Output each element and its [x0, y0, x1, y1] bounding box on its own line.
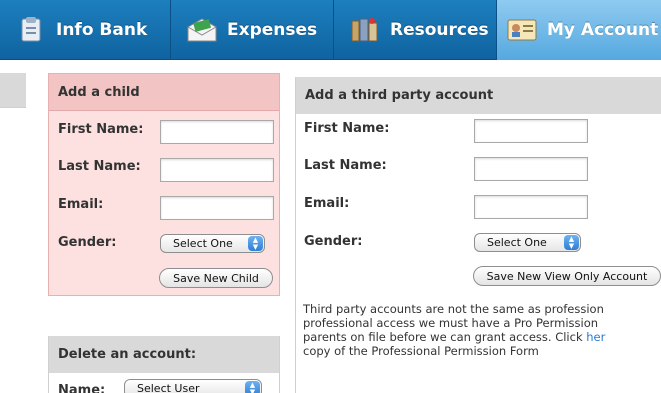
- tab-label: Info Bank: [56, 20, 148, 40]
- resources-icon: [348, 13, 382, 47]
- third-gender-select[interactable]: Select One ▲ ▼: [474, 233, 581, 252]
- user-select[interactable]: Select User ▲ ▼: [124, 379, 262, 393]
- third-last-name-input[interactable]: [474, 157, 588, 181]
- delete-account-title: Delete an account:: [49, 336, 279, 373]
- child-last-name-input[interactable]: [160, 158, 274, 182]
- note-line: copy of the Professional Permission Form: [303, 344, 539, 358]
- note-line: parents on file before we can grant acce…: [303, 330, 661, 344]
- permission-form-link[interactable]: her: [586, 330, 605, 344]
- last-name-label: Last Name:: [304, 158, 387, 173]
- select-arrows-icon: ▲ ▼: [248, 236, 263, 251]
- last-name-label: Last Name:: [58, 159, 141, 174]
- tab-info-bank[interactable]: Info Bank: [0, 0, 171, 60]
- tab-label: My Account: [547, 20, 659, 40]
- third-email-input[interactable]: [474, 195, 588, 219]
- tab-resources[interactable]: Resources: [334, 0, 497, 60]
- note-line: Third party accounts are not the same as…: [303, 302, 604, 316]
- select-value: Select One: [487, 236, 547, 249]
- third-party-title: Add a third party account: [296, 77, 661, 114]
- info-bank-icon: [14, 13, 48, 47]
- child-gender-select[interactable]: Select One ▲ ▼: [160, 234, 265, 253]
- my-account-icon: [505, 13, 539, 47]
- email-label: Email:: [58, 197, 104, 212]
- divider: [0, 107, 26, 108]
- tab-my-account[interactable]: My Account: [497, 0, 661, 60]
- tab-expenses[interactable]: Expenses: [171, 0, 334, 60]
- email-label: Email:: [304, 196, 350, 211]
- delete-account-panel: Delete an account: Name: Select User ▲ ▼: [48, 336, 280, 393]
- tab-label: Expenses: [227, 20, 318, 40]
- child-first-name-input[interactable]: [160, 120, 274, 144]
- first-name-label: First Name:: [304, 121, 390, 136]
- select-arrows-icon: ▲ ▼: [245, 381, 260, 393]
- tab-label: Resources: [390, 20, 489, 40]
- third-first-name-input[interactable]: [474, 119, 588, 143]
- note-line: professional access we must have a Pro P…: [303, 316, 599, 330]
- gender-label: Gender:: [304, 234, 363, 249]
- add-child-title: Add a child: [49, 74, 279, 111]
- select-value: Select User: [137, 382, 200, 393]
- name-label: Name:: [58, 383, 106, 393]
- first-name-label: First Name:: [58, 122, 144, 137]
- save-view-only-account-button[interactable]: Save New View Only Account: [473, 266, 661, 286]
- select-arrows-icon: ▲ ▼: [564, 235, 579, 250]
- select-value: Select One: [173, 237, 233, 250]
- save-new-child-button[interactable]: Save New Child: [159, 268, 273, 288]
- gender-label: Gender:: [58, 235, 117, 250]
- expenses-icon: [185, 13, 219, 47]
- child-email-input[interactable]: [160, 196, 274, 220]
- note-text: parents on file before we can grant acce…: [303, 330, 587, 344]
- main-nav: Info Bank Expenses Resources My Account: [0, 0, 661, 60]
- left-sidebar-stub: [0, 73, 26, 107]
- add-child-panel: Add a child First Name: Last Name: Email…: [48, 73, 280, 296]
- third-party-note: Third party accounts are not the same as…: [303, 302, 661, 358]
